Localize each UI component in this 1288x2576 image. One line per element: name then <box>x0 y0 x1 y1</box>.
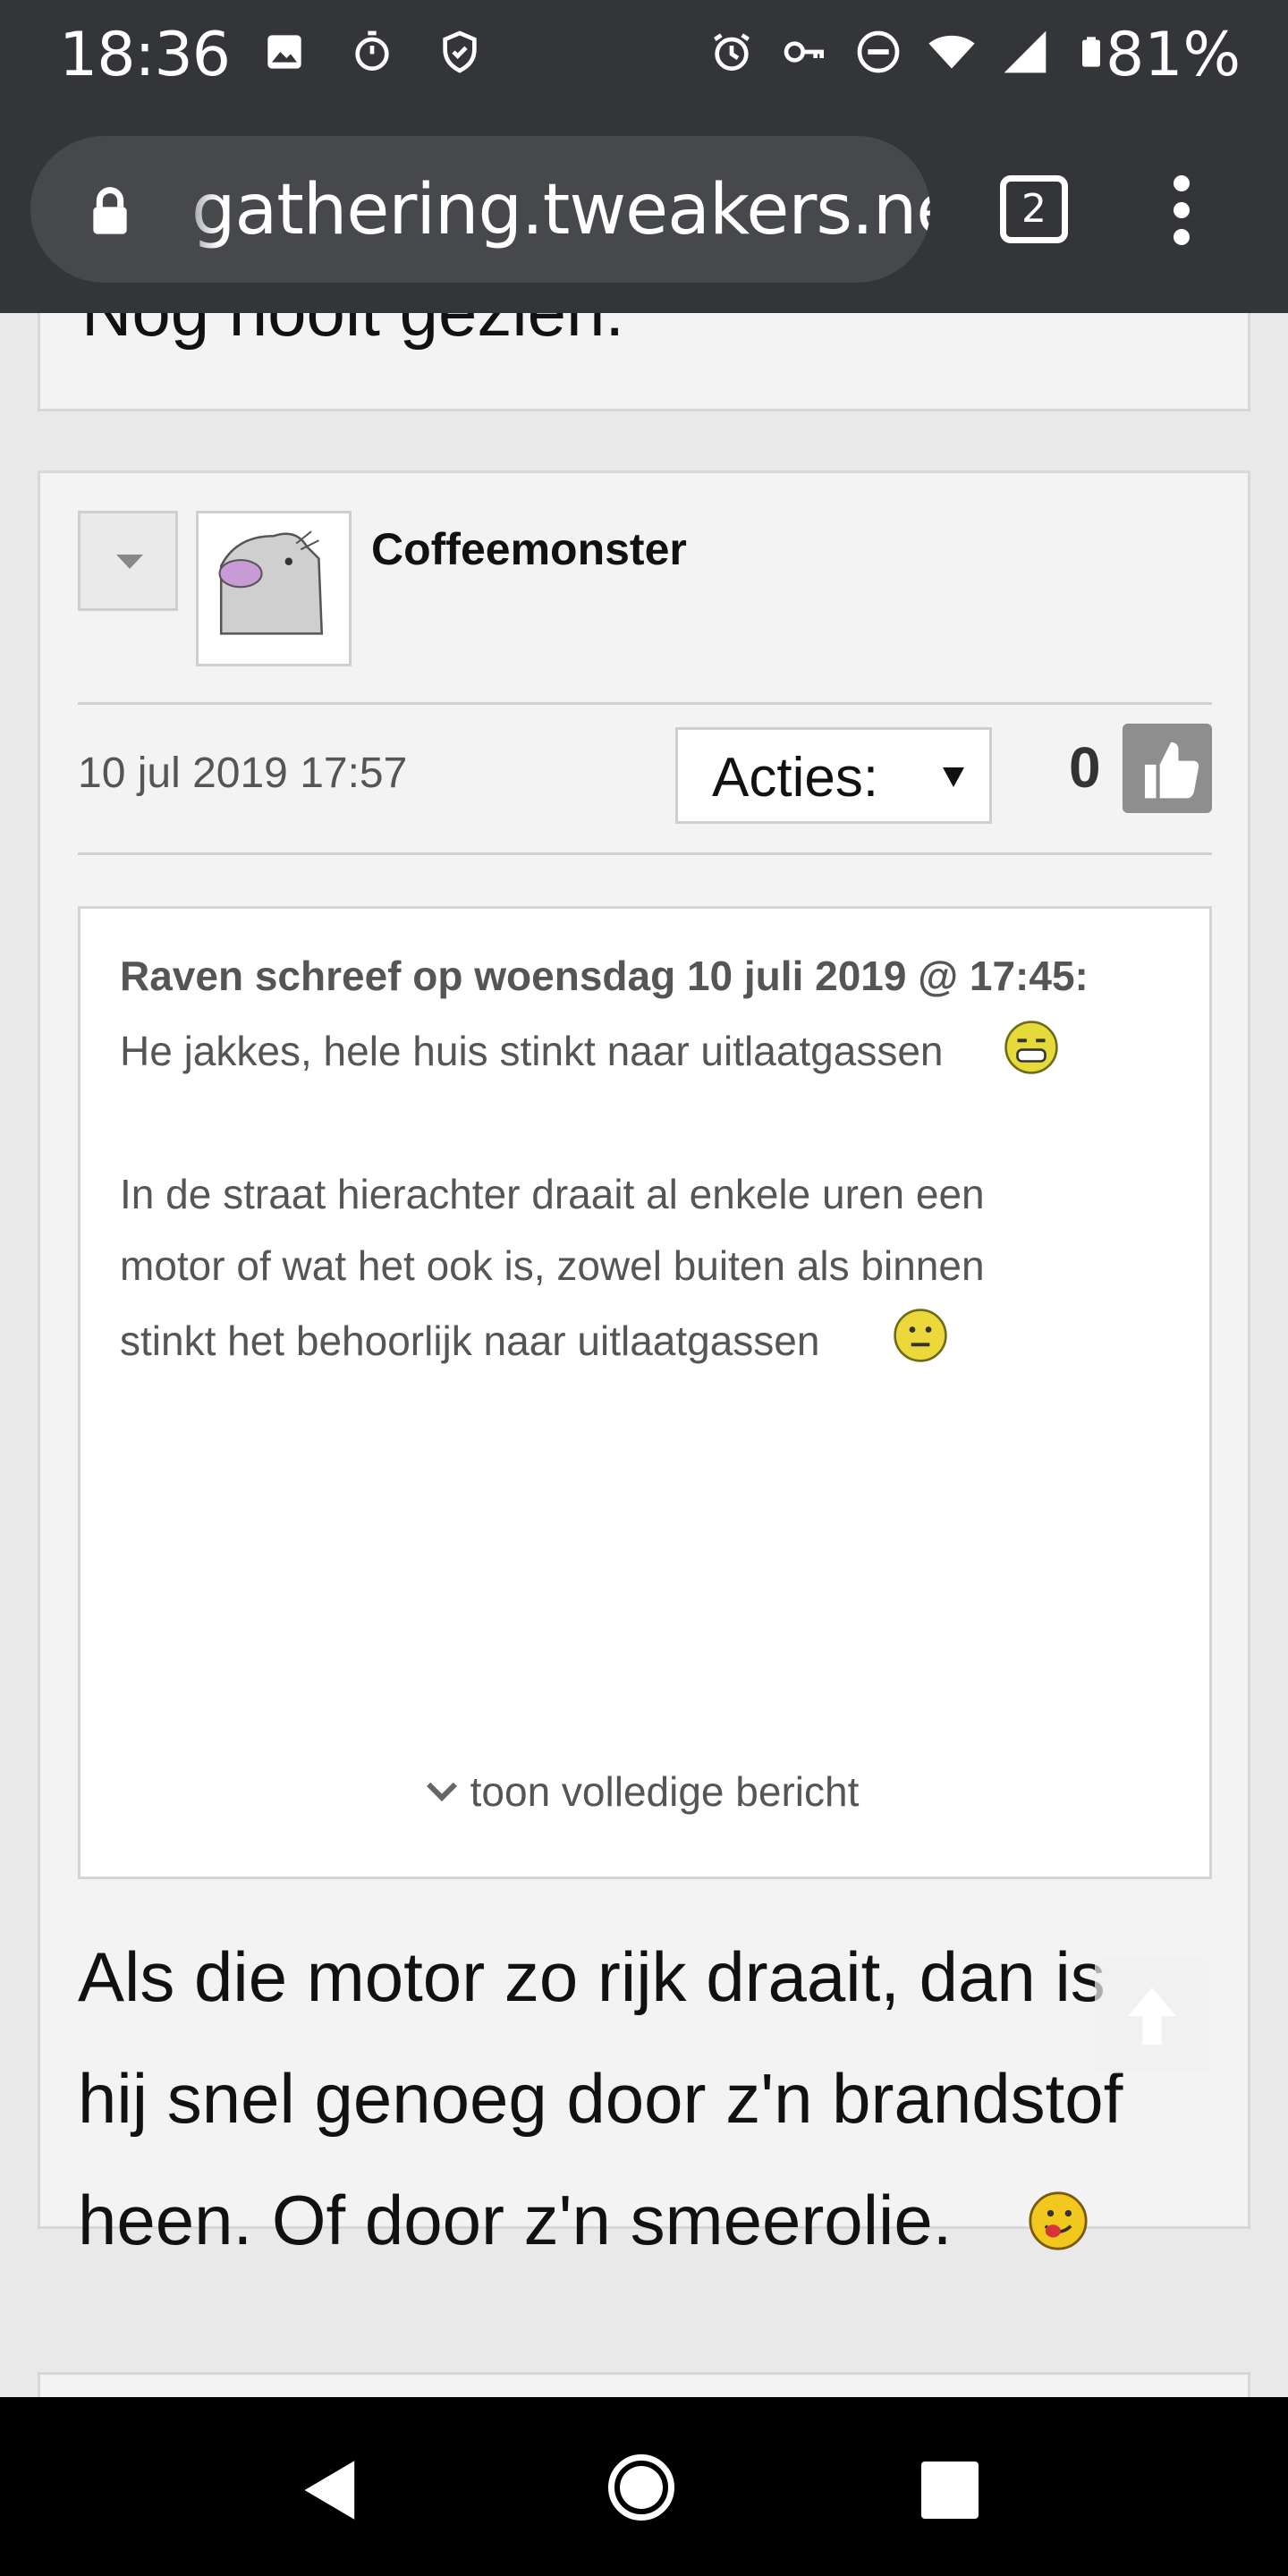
avatar-image <box>218 530 324 635</box>
actions-dropdown-label: Acties: <box>712 747 879 809</box>
previous-post: Nog nooit gezien. <box>38 313 1250 411</box>
show-full-message-label: toon volledige bericht <box>470 1768 860 1815</box>
show-full-message-link[interactable]: toon volledige bericht <box>80 1767 1209 1816</box>
dnd-icon <box>857 30 900 73</box>
post-body-line: Als die motor zo rijk draait, dan is <box>78 1937 1106 2016</box>
shield-icon <box>443 30 477 73</box>
status-time: 18:36 <box>59 20 231 90</box>
browser-toolbar: gathering.tweakers.net 2 <box>0 106 1288 313</box>
dropdown-arrow-icon <box>943 767 964 787</box>
avatar[interactable] <box>196 511 352 666</box>
status-bar: 18:36 81% <box>0 0 1288 106</box>
scroll-to-top-button[interactable] <box>1095 1959 1209 2073</box>
quote-line: stinkt het behoorlijk naar uitlaatgassen <box>120 1318 820 1364</box>
alarm-icon <box>714 33 750 71</box>
quote-line: motor of wat het ook is, zowel buiten al… <box>120 1242 985 1289</box>
address-bar[interactable]: gathering.tweakers.net <box>30 136 930 283</box>
actions-dropdown[interactable]: Acties: <box>675 727 992 824</box>
quote-author[interactable]: Raven schreef op woensdag 10 juli 2019 @… <box>120 952 1089 1000</box>
tab-switcher-button[interactable]: 2 <box>1000 175 1068 243</box>
url-text: gathering.tweakers.net <box>191 170 930 250</box>
home-icon[interactable] <box>608 2454 674 2521</box>
arrow-up-icon <box>1128 1987 1176 2045</box>
post-date[interactable]: 10 jul 2019 17:57 <box>78 749 407 798</box>
username[interactable]: Coffeemonster <box>371 523 687 575</box>
quote-block: Raven schreef op woensdag 10 juli 2019 @… <box>78 906 1212 1879</box>
next-post <box>38 2372 1250 2397</box>
tongue-smiley-icon <box>1029 2191 1088 2250</box>
forum-post: Coffeemonster 10 jul 2019 17:57 Acties: … <box>38 470 1250 2259</box>
signal-icon <box>1004 30 1046 73</box>
like-button[interactable] <box>1123 724 1212 813</box>
chevron-down-icon <box>426 1771 457 1801</box>
like-count: 0 <box>1069 735 1101 800</box>
stopwatch-icon <box>355 30 389 71</box>
quote-line: In de straat hierachter draait al enkele… <box>120 1171 985 1217</box>
divider <box>78 852 1212 855</box>
collapse-post-button[interactable] <box>78 511 178 611</box>
quote-line: He jakkes, hele huis stinkt naar uitlaat… <box>120 1028 944 1074</box>
recents-icon[interactable] <box>921 2462 979 2519</box>
sick-smiley-icon <box>1004 1021 1058 1074</box>
overflow-menu-icon[interactable] <box>1168 175 1195 247</box>
previous-post-text: Nog nooit gezien. <box>81 313 624 352</box>
lock-icon <box>93 187 127 234</box>
post-body-line: hij snel genoeg door z'n brandstof <box>78 2059 1123 2138</box>
system-nav-bar <box>0 2397 1288 2576</box>
divider <box>78 702 1212 705</box>
neutral-smiley-icon <box>894 1309 947 1362</box>
page-content: Nog nooit gezien. Coffeemonster 10 jul 2… <box>0 313 1288 2397</box>
post-body-line: heen. Of door z'n smeerolie. <box>78 2181 953 2259</box>
battery-percentage: 81% <box>1106 20 1241 90</box>
back-icon[interactable] <box>301 2458 361 2522</box>
key-icon <box>784 41 824 63</box>
wifi-icon <box>928 35 975 69</box>
battery-icon <box>1082 37 1100 67</box>
image-icon <box>267 35 301 69</box>
thumbs-up-icon <box>1145 741 1199 799</box>
